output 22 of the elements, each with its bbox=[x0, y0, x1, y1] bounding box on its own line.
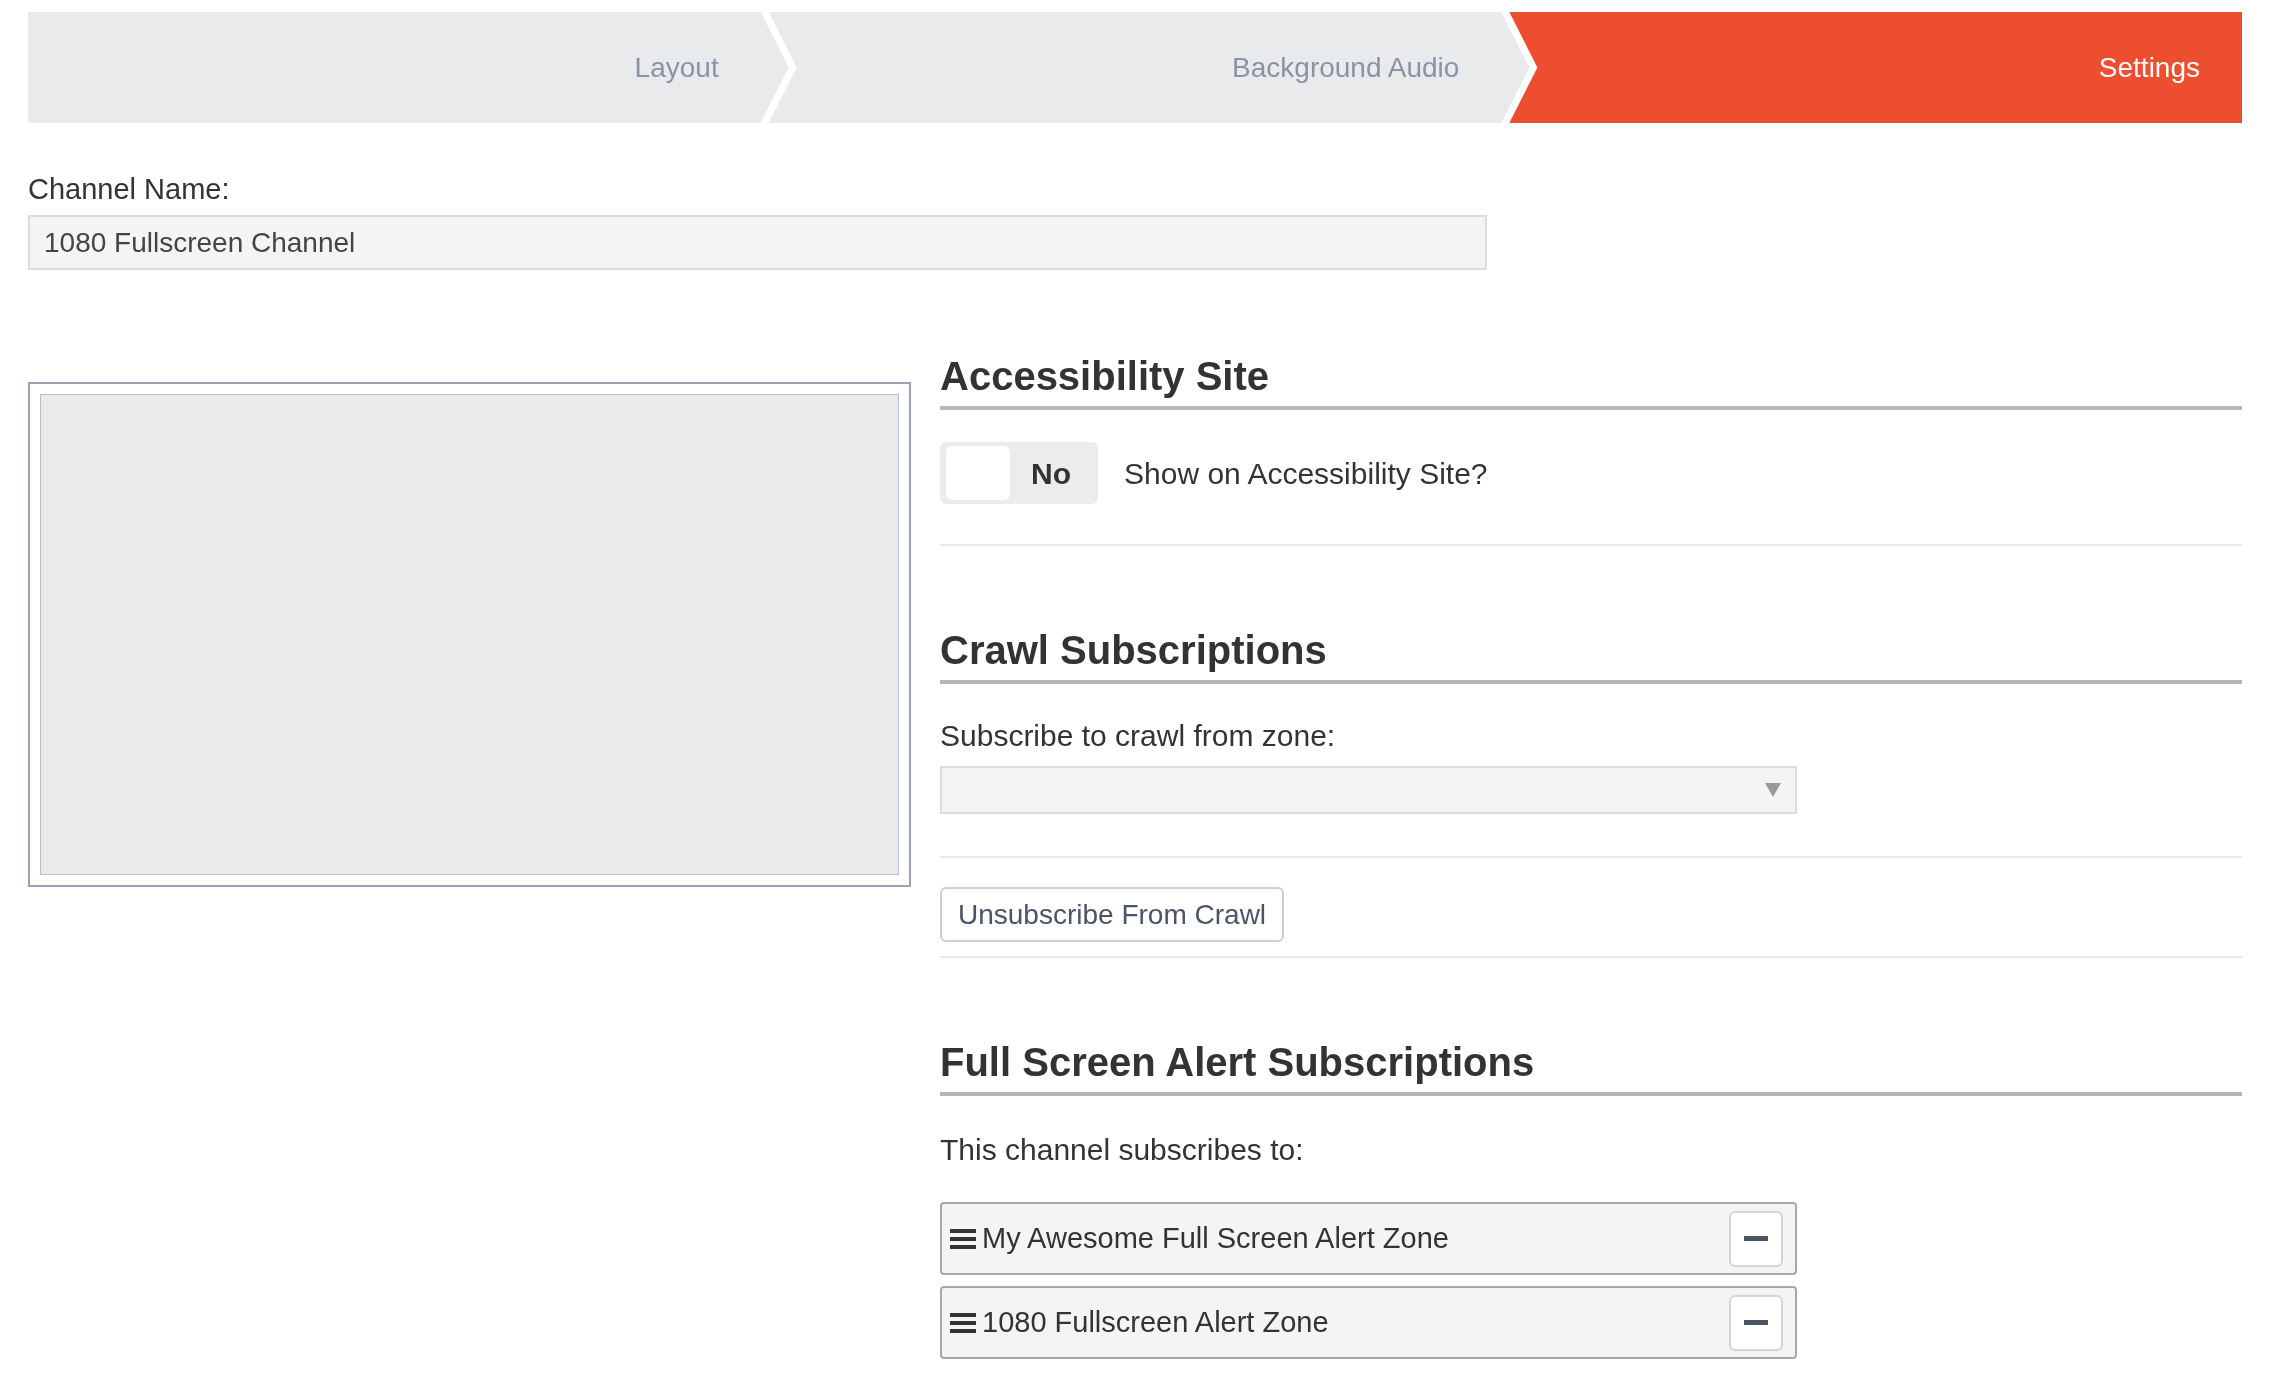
step-tab[interactable]: Settings bbox=[1509, 12, 2242, 123]
list-label: This channel subscribes to: bbox=[940, 1132, 1305, 1168]
remove-button[interactable] bbox=[1729, 1294, 1783, 1351]
subscription-item[interactable]: My Awesome Full Screen Alert Zone bbox=[940, 1202, 1797, 1275]
drag-handle-icon bbox=[950, 1227, 976, 1250]
minus-icon bbox=[1744, 1320, 1768, 1325]
toggle-switch[interactable]: No bbox=[940, 442, 1098, 504]
channel-name-field[interactable]: 1080 Fullscreen Channel bbox=[28, 215, 1487, 270]
section-heading: Full Screen Alert Subscriptions bbox=[940, 1038, 2242, 1096]
field-label: Channel Name: bbox=[28, 172, 231, 207]
subscription-name: 1080 Fullscreen Alert Zone bbox=[982, 1304, 1330, 1340]
dropdown-arrow-icon bbox=[1765, 783, 1781, 797]
section-heading: Crawl Subscriptions bbox=[940, 626, 2242, 684]
minus-icon bbox=[1744, 1236, 1768, 1241]
remove-button[interactable] bbox=[1729, 1210, 1783, 1267]
unsubscribe-button[interactable]: Unsubscribe From Crawl bbox=[940, 887, 1285, 942]
toggle-label: Show on Accessibility Site? bbox=[1124, 455, 1488, 492]
field-label: Subscribe to crawl from zone: bbox=[940, 718, 1337, 754]
section-heading: Accessibility Site bbox=[940, 352, 2242, 410]
subscription-item[interactable]: 1080 Fullscreen Alert Zone bbox=[940, 1286, 1797, 1359]
subscription-name: My Awesome Full Screen Alert Zone bbox=[982, 1220, 1450, 1256]
drag-handle-icon bbox=[950, 1311, 976, 1334]
